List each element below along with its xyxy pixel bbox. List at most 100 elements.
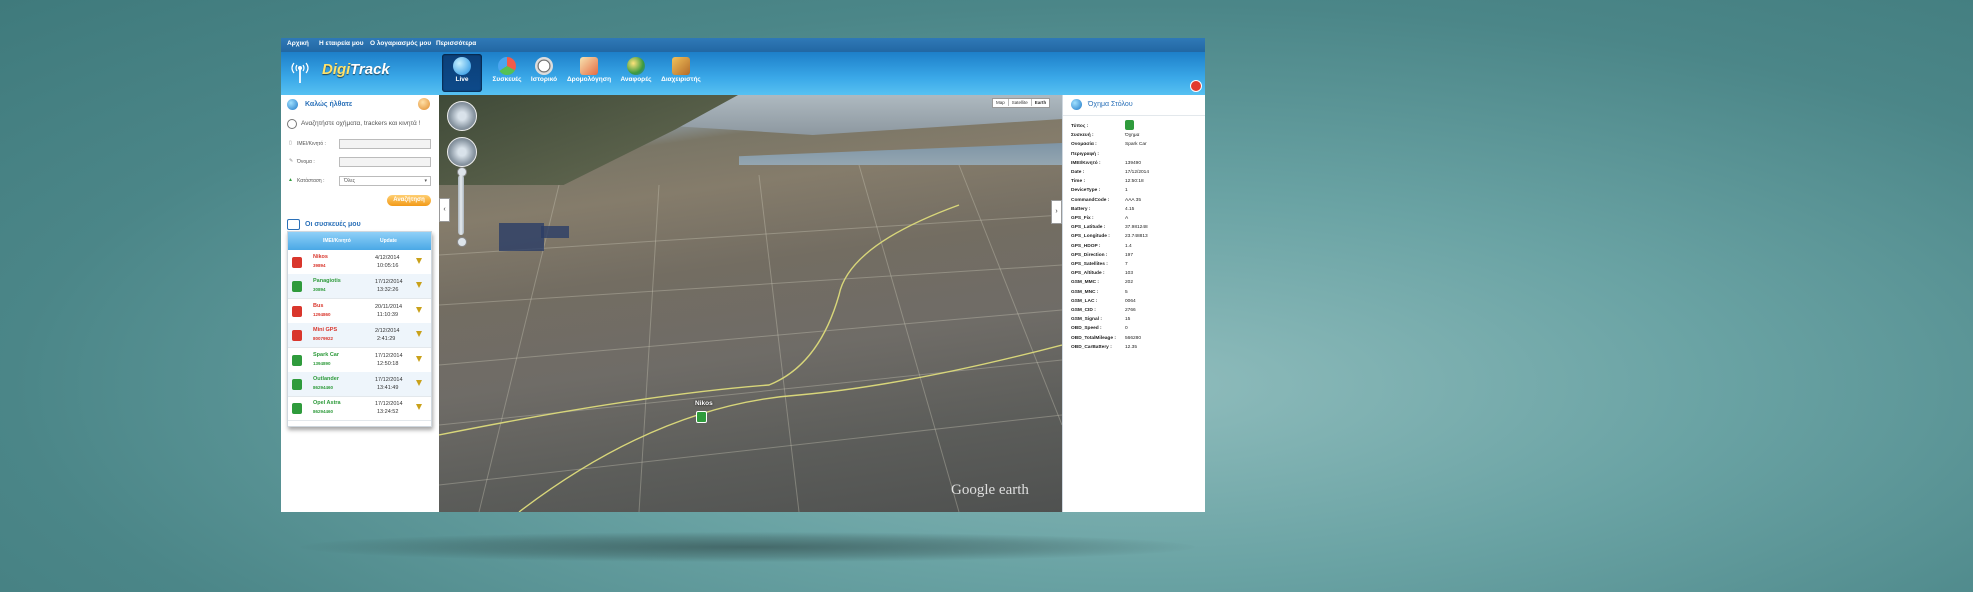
topnav-account[interactable]: Ο λογαριασμός μου: [370, 40, 431, 47]
info-field: Ονομασία : Spark Car: [1071, 142, 1147, 147]
table-row[interactable]: Nikos 39894 4/12/2014 10:05:16: [288, 250, 431, 275]
device-imei: 86294460: [313, 409, 334, 415]
nav-live[interactable]: Live: [442, 54, 482, 92]
update-date: 17/12/2014: [375, 279, 403, 286]
info-key: Date :: [1071, 170, 1085, 175]
nav-reports-label: Αναφορές: [620, 76, 652, 83]
update-date: 17/12/2014: [375, 352, 403, 359]
collapse-left-arrow[interactable]: ‹: [439, 198, 450, 222]
locate-arrow-icon[interactable]: [416, 306, 422, 313]
vehicle-marker-icon: [292, 305, 302, 317]
admin-icon: [672, 57, 690, 75]
table-row[interactable]: Outlander 86294460 17/12/2014 13:41:49: [288, 372, 431, 397]
info-value: 103: [1125, 271, 1134, 277]
info-value: 2766: [1125, 308, 1136, 313]
search-title: Αναζητήστε οχήματα, trackers και κινητά …: [301, 120, 421, 127]
name-field-icon: ✎: [289, 158, 294, 164]
nav-devices-label: Συσκευές: [492, 76, 522, 83]
devices-table: IMEI/Κινητό Update Nikos 39894 4/12/2014 10…: [287, 231, 432, 427]
imei-input[interactable]: [339, 139, 431, 149]
zoom-out-button[interactable]: [457, 237, 467, 247]
imei-label: IMEI/Κινητό :: [297, 141, 326, 147]
table-row[interactable]: Mini GPS 80079922 2/12/2014 2:41:29: [288, 323, 431, 349]
info-key: GPS_Longitude :: [1071, 234, 1110, 240]
devices-table-header: IMEI/Κινητό Update: [288, 232, 431, 250]
update-time: 13:24:52: [377, 409, 399, 416]
locate-arrow-icon[interactable]: [416, 258, 422, 264]
user-avatar-icon[interactable]: [418, 98, 430, 110]
device-imei: 86294460: [313, 385, 334, 390]
table-row[interactable]: Bus 1294860 20/11/2014 11:10:39: [288, 299, 431, 324]
info-field: DeviceType : 1: [1071, 188, 1128, 193]
table-row[interactable]: Opel Astra 86294460 17/12/2014 13:24:52: [288, 396, 431, 422]
device-name: Opel Astra: [313, 400, 341, 407]
info-value: 5: [1125, 289, 1128, 295]
locate-arrow-icon[interactable]: [416, 404, 422, 411]
info-field: GPS_Latitude : 37.981248: [1071, 225, 1148, 230]
info-key: CommandCode :: [1071, 197, 1110, 203]
info-key: OBD_CarBattery :: [1071, 344, 1112, 350]
info-field: OBD_TotalMileage : 566280: [1071, 336, 1141, 341]
locate-arrow-icon[interactable]: [416, 331, 422, 338]
topnav-more[interactable]: Περισσότερα: [436, 40, 476, 47]
locate-arrow-icon[interactable]: [416, 355, 422, 362]
map-pan-control[interactable]: [447, 137, 477, 167]
welcome-header: Καλώς ήλθατε: [281, 95, 439, 115]
search-button[interactable]: Αναζήτηση: [387, 195, 431, 206]
status-select[interactable]: Όλες ▾: [339, 176, 431, 186]
logo-text-track: Track: [350, 61, 390, 78]
map-view[interactable]: Map Satellite Earth ‹ › Nikos Google earth: [439, 95, 1062, 512]
info-field: Περιγραφή :: [1071, 152, 1125, 157]
map-type-earth[interactable]: Earth: [1032, 99, 1050, 106]
collapse-right-arrow[interactable]: ›: [1051, 200, 1062, 224]
marker-label: Nikos: [695, 400, 713, 407]
name-input[interactable]: [339, 157, 431, 167]
nav-live-label: Live: [455, 76, 469, 83]
column-update[interactable]: Update: [380, 238, 397, 244]
vehicle-info-panel: Όχημα Στόλου Τύπος : Συσκευή : Όχημα Ονομασ…: [1062, 95, 1205, 512]
vehicle-info-header: Όχημα Στόλου: [1063, 95, 1205, 116]
update-date: 20/11/2014: [375, 303, 403, 310]
zoom-slider[interactable]: [458, 175, 464, 235]
info-key: IMEI/Κινητό :: [1071, 160, 1101, 166]
info-key: GSM_LAC :: [1071, 298, 1098, 304]
device-imei: 39894: [313, 263, 326, 268]
map-look-control[interactable]: [447, 101, 477, 131]
locate-arrow-icon[interactable]: [416, 380, 422, 386]
device-name: Panagiotis: [313, 278, 341, 285]
column-imei[interactable]: IMEI/Κινητό: [323, 238, 351, 244]
device-name: Mini GPS: [313, 327, 338, 334]
locate-arrow-icon[interactable]: [416, 282, 422, 289]
nav-admin[interactable]: Διαχειριστής: [660, 54, 702, 92]
table-row[interactable]: Panagiotis 30894 17/12/2014 13:32:26: [288, 274, 431, 300]
clock-icon: [535, 57, 553, 75]
nav-routing[interactable]: Δρομολόγηση: [567, 54, 611, 92]
device-imei: 1294860: [313, 311, 331, 317]
device-name: Spark Car: [313, 351, 339, 358]
info-field: OBD_CarBattery : 12.35: [1071, 345, 1137, 350]
topnav-home[interactable]: Αρχική: [287, 40, 309, 47]
nav-admin-label: Διαχειριστής: [661, 76, 701, 83]
status-selected-value: Όλες: [344, 178, 356, 184]
info-value: 4.15: [1125, 206, 1135, 212]
devices-icon: [498, 57, 516, 75]
info-value: A: [1125, 216, 1129, 221]
map-marker-nikos[interactable]: Nikos: [695, 400, 713, 423]
nav-devices[interactable]: Συσκευές: [489, 54, 525, 92]
device-imei: 80079922: [313, 336, 334, 342]
map-type-map[interactable]: Map: [993, 99, 1009, 106]
info-field: CommandCode : AAA 35: [1071, 198, 1141, 203]
vehicle-pin-icon: [696, 411, 707, 423]
update-time: 13:41:49: [377, 385, 399, 391]
nav-reports[interactable]: Αναφορές: [619, 54, 653, 92]
table-row[interactable]: Spark Car 1394890 17/12/2014 12:50:18: [288, 348, 431, 373]
power-logout-icon[interactable]: [1190, 80, 1202, 92]
info-field: GSM_LAC : 0064: [1071, 299, 1136, 304]
info-value: 12:50:18: [1125, 179, 1144, 185]
digitrack-logo[interactable]: Digi Track: [289, 57, 409, 89]
vehicle-type-icon: [1125, 120, 1134, 130]
map-type-satellite[interactable]: Satellite: [1009, 99, 1032, 106]
nav-history[interactable]: Ιστορικό: [527, 54, 561, 92]
topnav-company[interactable]: Η εταιρεία μου: [319, 40, 364, 47]
info-key: Τύπος :: [1071, 124, 1089, 129]
